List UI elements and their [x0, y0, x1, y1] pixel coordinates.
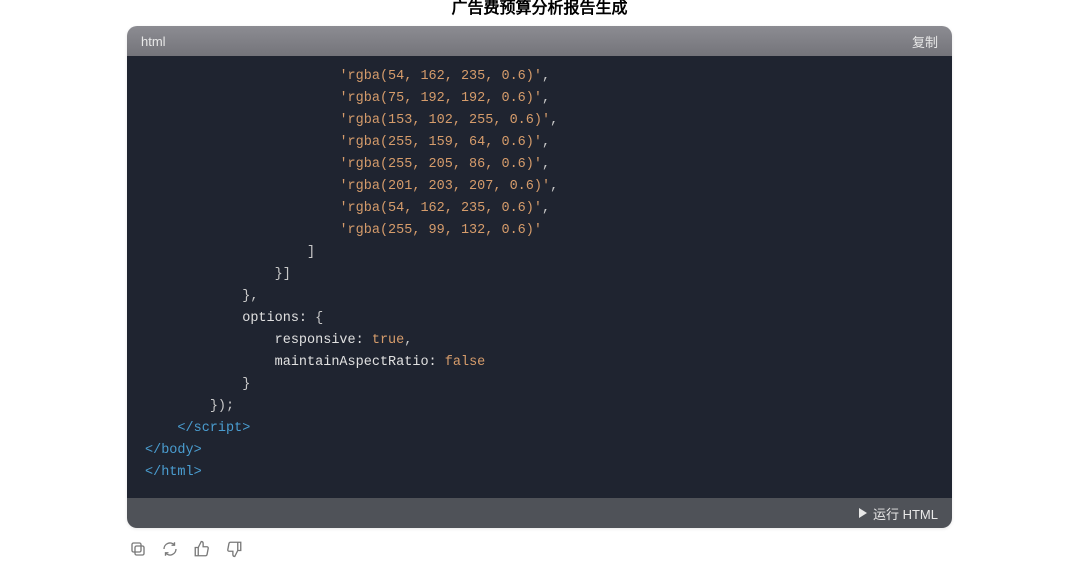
- thumbs-up-icon[interactable]: [193, 540, 211, 558]
- code-header: html 复制: [127, 26, 952, 56]
- thumbs-down-icon[interactable]: [225, 540, 243, 558]
- page-title: 广告费预算分析报告生成: [0, 0, 1079, 26]
- code-language-label: html: [141, 34, 166, 49]
- run-html-button[interactable]: 运行 HTML: [127, 498, 952, 528]
- refresh-icon[interactable]: [161, 540, 179, 558]
- copy-icon[interactable]: [129, 540, 147, 558]
- run-label: 运行 HTML: [873, 504, 938, 523]
- code-content[interactable]: 'rgba(54, 162, 235, 0.6)', 'rgba(75, 192…: [127, 56, 952, 498]
- action-bar: [127, 540, 952, 558]
- play-icon: [859, 508, 867, 518]
- copy-button[interactable]: 复制: [912, 32, 938, 51]
- code-block: html 复制 'rgba(54, 162, 235, 0.6)', 'rgba…: [127, 26, 952, 528]
